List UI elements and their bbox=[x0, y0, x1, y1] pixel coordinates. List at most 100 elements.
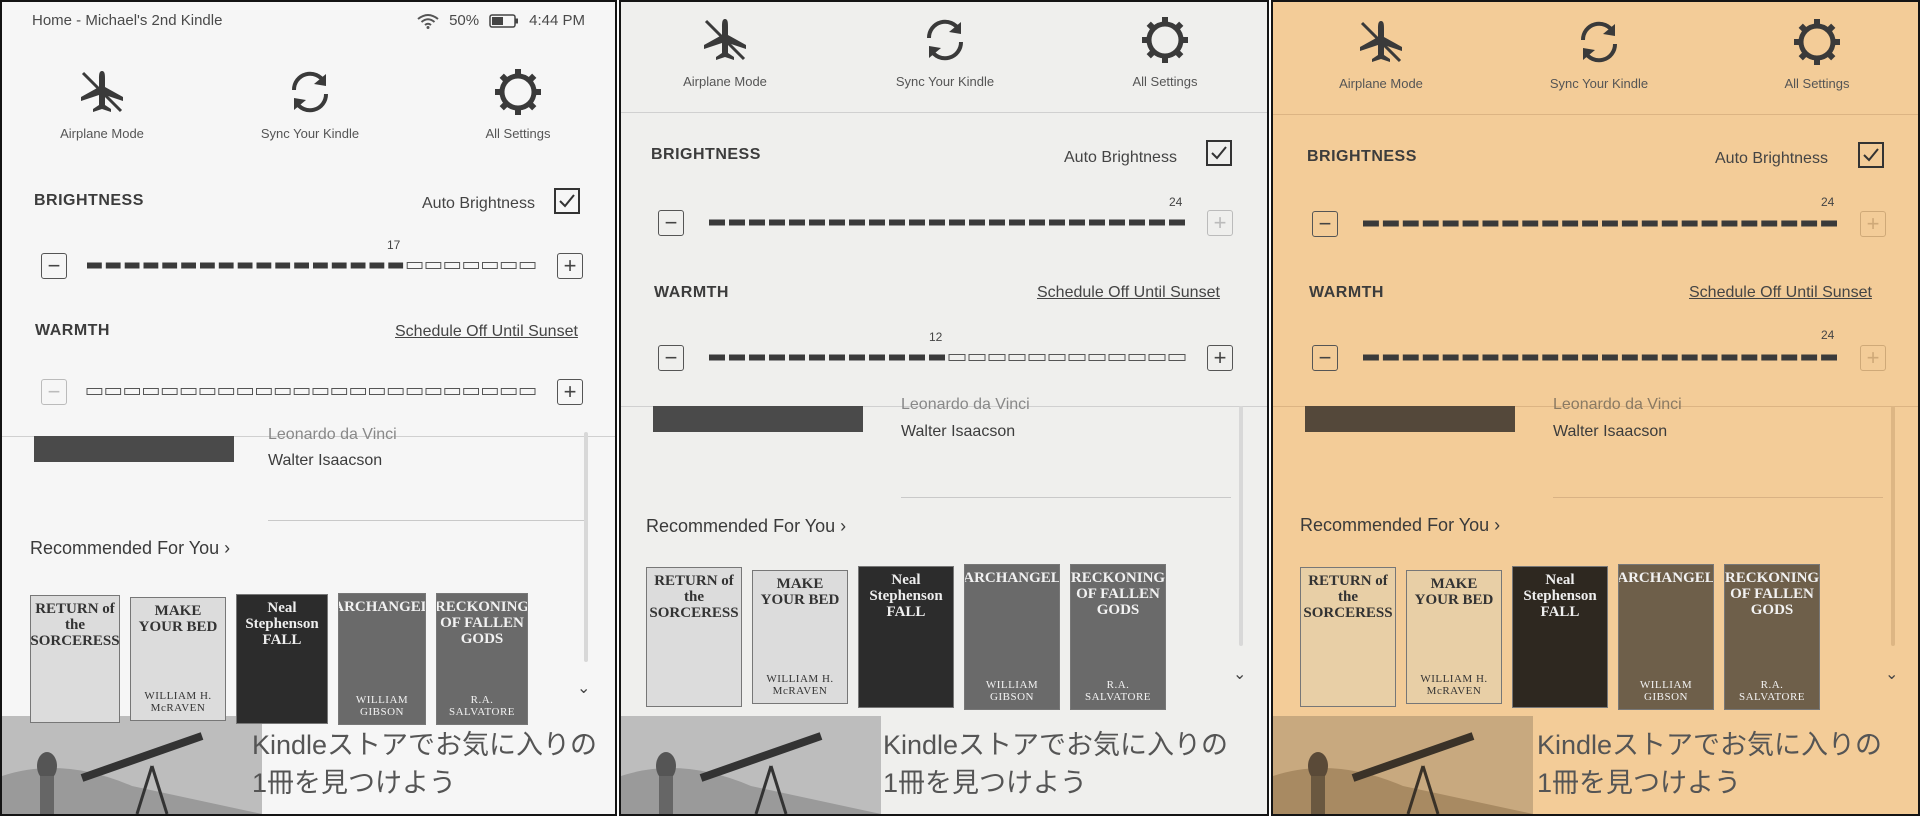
book-cover-title: ARCHANGEL bbox=[1618, 570, 1714, 586]
slider-segment bbox=[1522, 220, 1539, 227]
slider-segment bbox=[105, 262, 121, 269]
banner-text: Kindleストアでお気に入りの 1冊を見つけよう bbox=[252, 726, 597, 802]
scrollbar[interactable] bbox=[584, 432, 588, 662]
minus-icon: − bbox=[47, 253, 61, 278]
airplane-icon bbox=[1291, 14, 1471, 70]
book-cover[interactable]: Neal Stephenson FALL bbox=[1512, 566, 1608, 708]
book-cover[interactable]: Neal Stephenson FALL bbox=[858, 566, 954, 708]
book-cover[interactable]: RETURN of the SORCERESS bbox=[1300, 567, 1396, 707]
chevron-down-icon[interactable]: ⌄ bbox=[1885, 664, 1898, 684]
recommended-header-link[interactable]: Recommended For You › bbox=[30, 538, 230, 559]
book-cover[interactable]: MAKE YOUR BED WILLIAM H. McRAVEN bbox=[130, 597, 226, 721]
slider-segment bbox=[989, 219, 1005, 226]
brightness-increase-button[interactable]: + bbox=[1860, 211, 1886, 237]
book-cover[interactable]: RECKONING OF FALLEN GODS R.A. SALVATORE bbox=[1724, 564, 1820, 710]
auto-brightness-checkbox[interactable] bbox=[554, 188, 580, 214]
book-cover[interactable]: RETURN of the SORCERESS bbox=[30, 595, 120, 723]
warmth-increase-button[interactable]: + bbox=[1207, 345, 1233, 371]
slider-segment bbox=[1741, 354, 1758, 361]
warmth-decrease-button[interactable]: − bbox=[658, 345, 684, 371]
brightness-increase-button[interactable]: + bbox=[1207, 210, 1233, 236]
warmth-slider[interactable] bbox=[1362, 353, 1840, 362]
brightness-slider[interactable] bbox=[86, 261, 538, 270]
sync-button[interactable]: Sync Your Kindle bbox=[220, 64, 400, 141]
slider-segment bbox=[1542, 354, 1559, 361]
sync-button[interactable]: Sync Your Kindle bbox=[855, 12, 1035, 89]
auto-brightness-checkbox[interactable] bbox=[1858, 142, 1884, 168]
brightness-slider[interactable] bbox=[708, 218, 1188, 227]
book-cover[interactable]: ARCHANGEL WILLIAM GIBSON bbox=[338, 593, 426, 725]
warmth-slider[interactable] bbox=[86, 387, 538, 396]
chevron-down-icon[interactable]: ⌄ bbox=[577, 678, 590, 698]
slider-segment bbox=[237, 388, 253, 395]
slider-segment bbox=[1701, 220, 1718, 227]
slider-segment bbox=[889, 219, 905, 226]
slider-segment bbox=[749, 219, 765, 226]
slider-segment bbox=[869, 219, 885, 226]
airplane-mode-label: Airplane Mode bbox=[60, 126, 144, 141]
auto-brightness-label: Auto Brightness bbox=[1715, 150, 1828, 167]
warmth-slider[interactable] bbox=[708, 353, 1188, 362]
airplane-mode-button[interactable]: Airplane Mode bbox=[12, 64, 192, 141]
scrollbar[interactable] bbox=[1891, 406, 1895, 646]
slider-segment bbox=[519, 262, 536, 269]
recommended-header-link[interactable]: Recommended For You › bbox=[1300, 515, 1500, 536]
schedule-link[interactable]: Schedule Off Until Sunset bbox=[1037, 284, 1220, 302]
all-settings-button[interactable]: All Settings bbox=[428, 64, 608, 141]
book-cover[interactable]: ARCHANGEL WILLIAM GIBSON bbox=[964, 564, 1060, 710]
airplane-mode-button[interactable]: Airplane Mode bbox=[1291, 14, 1471, 91]
slider-segment bbox=[968, 354, 986, 361]
warmth-decrease-button[interactable]: − bbox=[41, 379, 67, 405]
book-cover[interactable]: MAKE YOUR BED WILLIAM H. McRAVEN bbox=[752, 570, 848, 704]
banner-line-1: Kindleストアでお気に入りの bbox=[1537, 730, 1883, 760]
chevron-down-icon[interactable]: ⌄ bbox=[1233, 664, 1246, 684]
warmth-increase-button[interactable]: + bbox=[557, 379, 583, 405]
auto-brightness-checkbox[interactable] bbox=[1206, 140, 1232, 166]
slider-segment bbox=[809, 219, 825, 226]
sync-button[interactable]: Sync Your Kindle bbox=[1509, 14, 1689, 91]
warmth-decrease-button[interactable]: − bbox=[1312, 345, 1338, 371]
book-cover[interactable]: MAKE YOUR BED WILLIAM H. McRAVEN bbox=[1406, 570, 1502, 704]
slider-segment bbox=[749, 354, 765, 361]
all-settings-button[interactable]: All Settings bbox=[1075, 12, 1255, 89]
store-banner[interactable]: Kindleストアでお気に入りの 1冊を見つけよう bbox=[1273, 716, 1918, 814]
brightness-increase-button[interactable]: + bbox=[557, 253, 583, 279]
store-banner[interactable]: Kindleストアでお気に入りの 1冊を見つけよう bbox=[2, 716, 615, 814]
section-divider bbox=[1273, 114, 1918, 115]
airplane-icon bbox=[12, 64, 192, 120]
slider-segment bbox=[293, 388, 310, 395]
slider-segment bbox=[218, 388, 235, 395]
slider-segment bbox=[909, 354, 925, 361]
all-settings-button[interactable]: All Settings bbox=[1727, 14, 1907, 91]
warmth-increase-button[interactable]: + bbox=[1860, 345, 1886, 371]
slider-segment bbox=[1522, 354, 1539, 361]
book-cover[interactable]: RETURN of the SORCERESS bbox=[646, 567, 742, 707]
slider-segment bbox=[369, 262, 385, 269]
book-cover[interactable]: RECKONING OF FALLEN GODS R.A. SALVATORE bbox=[1070, 564, 1166, 710]
brightness-decrease-button[interactable]: − bbox=[1312, 211, 1338, 237]
slider-segment bbox=[331, 388, 348, 395]
slider-segment bbox=[829, 354, 845, 361]
brightness-decrease-button[interactable]: − bbox=[658, 210, 684, 236]
sync-icon bbox=[220, 64, 400, 120]
brightness-slider[interactable] bbox=[1362, 219, 1840, 228]
slider-segment bbox=[312, 388, 329, 395]
book-author: Walter Isaacson bbox=[268, 452, 383, 469]
schedule-link[interactable]: Schedule Off Until Sunset bbox=[1689, 284, 1872, 302]
slider-segment bbox=[1781, 354, 1798, 361]
airplane-mode-button[interactable]: Airplane Mode bbox=[635, 12, 815, 89]
book-cover[interactable]: ARCHANGEL WILLIAM GIBSON bbox=[1618, 564, 1714, 710]
recommended-header-link[interactable]: Recommended For You › bbox=[646, 516, 846, 537]
schedule-link[interactable]: Schedule Off Until Sunset bbox=[395, 323, 578, 341]
slider-segment bbox=[1402, 220, 1419, 227]
book-cover[interactable]: RECKONING OF FALLEN GODS R.A. SALVATORE bbox=[436, 593, 528, 725]
book-cover-strip bbox=[34, 436, 234, 462]
scrollbar[interactable] bbox=[1239, 406, 1243, 646]
brightness-decrease-button[interactable]: − bbox=[41, 253, 67, 279]
book-cover[interactable]: Neal Stephenson FALL bbox=[236, 594, 328, 724]
banner-line-2: 1冊を見つけよう bbox=[1537, 768, 1742, 798]
slider-segment bbox=[161, 388, 178, 395]
slider-segment bbox=[181, 262, 196, 269]
gear-icon bbox=[1075, 12, 1255, 68]
store-banner[interactable]: Kindleストアでお気に入りの 1冊を見つけよう bbox=[621, 716, 1267, 814]
